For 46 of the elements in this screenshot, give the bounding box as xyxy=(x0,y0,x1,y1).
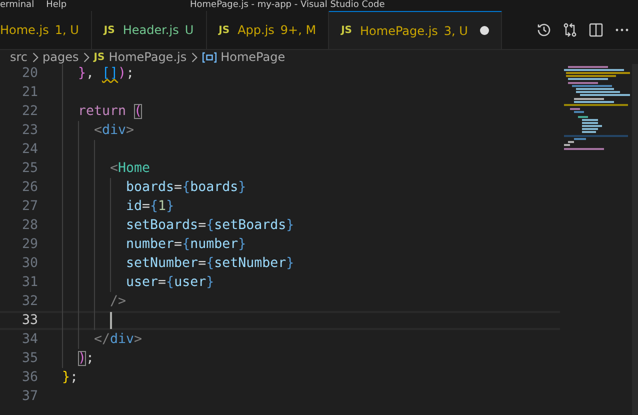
line-number: 25 xyxy=(20,161,38,176)
window-title: HomePage.js - my-app - Visual Studio Code xyxy=(190,0,385,11)
js-file-icon: JS xyxy=(104,24,115,36)
code-line: user={user} xyxy=(62,273,214,292)
code-line: </div> xyxy=(62,330,142,349)
js-file-icon: JS xyxy=(341,25,352,36)
breadcrumb-item[interactable]: pages xyxy=(42,50,79,64)
code-line: }, []); xyxy=(62,64,134,83)
line-number: 29 xyxy=(20,237,38,252)
code-line: ); xyxy=(62,349,94,368)
code-line: return ( xyxy=(62,102,142,121)
code-line: boards={boards} xyxy=(62,178,246,197)
code-line: }; xyxy=(62,369,78,387)
code-line: number={number} xyxy=(62,235,246,254)
menu-item[interactable]: Help xyxy=(46,0,67,11)
editor-tab[interactable]: Home.js 1, U xyxy=(0,11,92,49)
line-number: 31 xyxy=(20,275,38,290)
editor-tab[interactable]: JS HomePage.js 3, U xyxy=(329,11,502,49)
code-line: <Home xyxy=(62,159,150,178)
js-file-icon: JS xyxy=(94,52,105,62)
line-number: 35 xyxy=(20,351,38,366)
line-number: 20 xyxy=(20,66,38,81)
line-number: 32 xyxy=(20,294,38,309)
line-number: 27 xyxy=(20,199,38,214)
breadcrumb-item[interactable]: src xyxy=(10,50,28,64)
editor-tab[interactable]: JS App.js 9+, M xyxy=(206,11,330,49)
line-number: 22 xyxy=(20,104,38,119)
breadcrumb-item[interactable]: HomePage.js xyxy=(108,50,187,64)
breadcrumb-item[interactable]: HomePage xyxy=(220,50,286,64)
code-line: id={1} xyxy=(62,197,174,216)
line-number: 34 xyxy=(20,332,38,347)
line-number: 36 xyxy=(20,370,38,385)
line-number: 24 xyxy=(20,142,38,157)
line-number: 23 xyxy=(20,123,38,138)
line-number: 21 xyxy=(20,85,38,100)
code-line: setBoards={setBoards} xyxy=(62,216,294,235)
line-number: 37 xyxy=(20,389,38,404)
code-line: /> xyxy=(62,292,126,311)
line-number: 30 xyxy=(20,256,38,271)
code-line: setNumber={setNumber} xyxy=(62,254,294,273)
js-file-icon: JS xyxy=(218,24,230,36)
code-line: <div> xyxy=(62,121,134,140)
line-number: 33 xyxy=(20,313,38,328)
line-number: 26 xyxy=(20,180,38,195)
line-number: 28 xyxy=(20,218,38,233)
menu-item[interactable]: erminal xyxy=(0,0,34,11)
